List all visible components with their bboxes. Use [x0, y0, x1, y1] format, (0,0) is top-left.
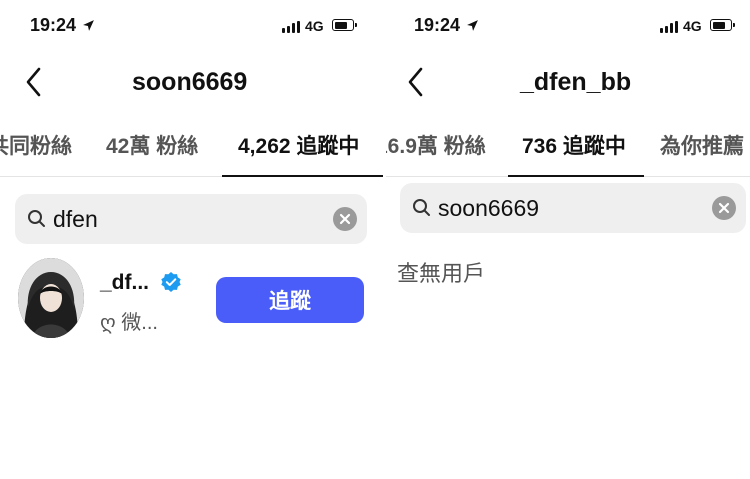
search-input[interactable]: dfen [15, 194, 367, 244]
battery-icon [710, 19, 735, 31]
active-tab-indicator [508, 175, 644, 177]
location-arrow-icon [467, 20, 478, 31]
clear-search-icon[interactable] [712, 196, 736, 220]
page-title: soon6669 [132, 68, 248, 96]
signal-icon [282, 21, 300, 33]
page-title: _dfen_bb [520, 68, 632, 96]
signal-icon [660, 21, 678, 33]
tab-suggested[interactable]: 為你推薦 [660, 130, 744, 160]
avatar[interactable] [18, 258, 84, 338]
empty-state-message: 查無用戶 [397, 261, 486, 286]
back-arrow-icon[interactable] [404, 64, 428, 100]
tab-followers[interactable]: 42萬 粉絲 [106, 130, 198, 160]
status-time: 19:24 [414, 15, 479, 36]
left-screen: 19:24 4G soon6669 共同粉絲 42萬 粉絲 4,262 追蹤中 … [0, 0, 383, 479]
search-icon [28, 210, 45, 227]
status-time: 19:24 [30, 15, 95, 36]
status-bar: 19:24 4G [0, 0, 383, 52]
network-label: 4G [305, 18, 324, 34]
verified-badge-icon [161, 272, 181, 292]
network-label: 4G [683, 18, 702, 34]
status-bar: 19:24 4G [386, 0, 750, 52]
follow-button[interactable]: 追蹤 [216, 277, 364, 323]
search-icon [413, 199, 430, 216]
search-input[interactable]: soon6669 [400, 183, 746, 233]
clear-search-icon[interactable] [333, 207, 357, 231]
status-time-text: 19:24 [30, 15, 77, 35]
tab-followers[interactable]: 16.9萬 粉絲 [386, 130, 486, 160]
search-value[interactable]: soon6669 [438, 195, 539, 222]
back-arrow-icon[interactable] [22, 64, 46, 100]
search-value[interactable]: dfen [53, 206, 98, 233]
active-tab-indicator [222, 175, 383, 177]
tab-following[interactable]: 736 追蹤中 [522, 130, 626, 160]
battery-icon [332, 19, 357, 31]
tab-mutual-followers[interactable]: 共同粉絲 [0, 130, 72, 160]
tab-following[interactable]: 4,262 追蹤中 [238, 130, 359, 160]
right-screen: 19:24 4G _dfen_bb 16.9萬 粉絲 736 追蹤中 為你推薦 … [386, 0, 750, 479]
result-username[interactable]: _df... [100, 271, 149, 295]
location-arrow-icon [83, 20, 94, 31]
result-subtitle: ღ 微... [100, 312, 158, 334]
status-time-text: 19:24 [414, 15, 461, 35]
